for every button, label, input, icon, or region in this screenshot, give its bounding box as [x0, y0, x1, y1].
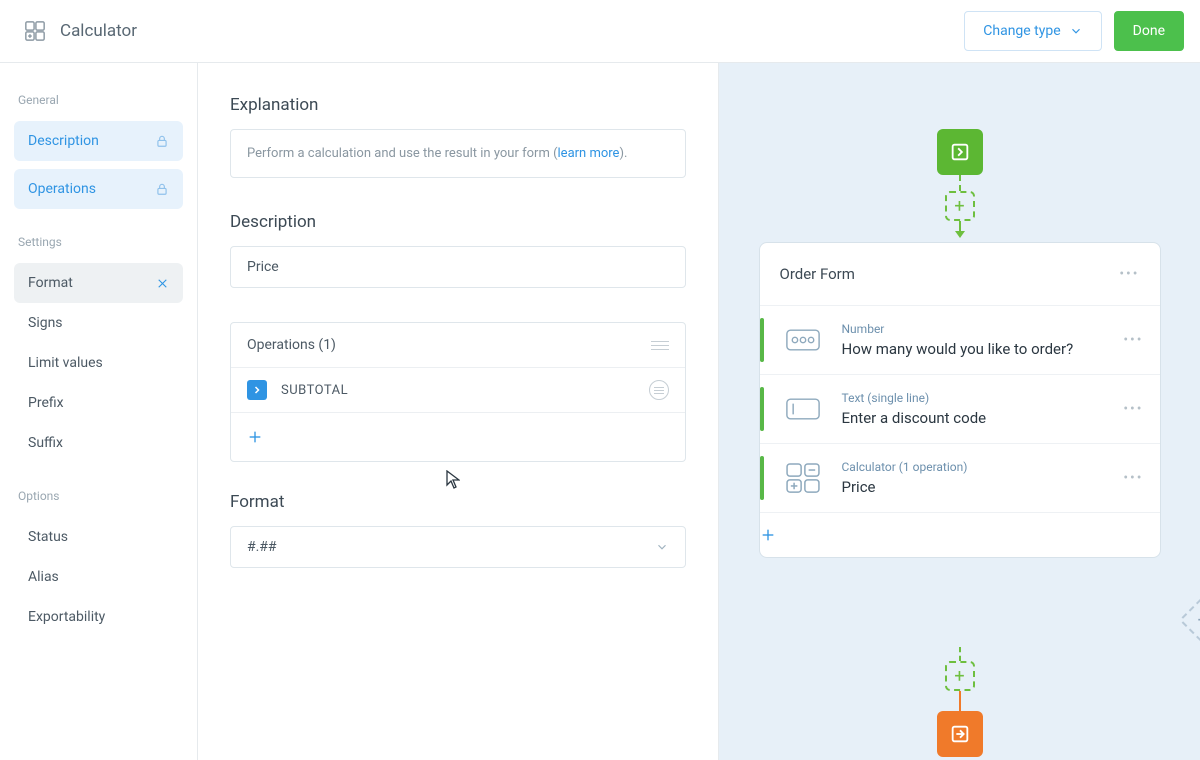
- sidebar: General Description Operations Settings: [0, 63, 198, 760]
- done-button[interactable]: Done: [1114, 11, 1184, 51]
- sidebar-item-status[interactable]: Status: [14, 517, 183, 557]
- lock-icon: [155, 182, 169, 196]
- sidebar-item-label: Description: [28, 133, 99, 149]
- field-menu[interactable]: •••: [1123, 332, 1143, 348]
- learn-more-link[interactable]: learn more: [558, 146, 620, 161]
- change-type-label: Change type: [983, 23, 1060, 39]
- operation-row[interactable]: SUBTOTAL: [231, 368, 685, 413]
- sidebar-item-label: Suffix: [28, 435, 63, 451]
- sidebar-item-label: Prefix: [28, 395, 64, 411]
- add-field-button[interactable]: [760, 512, 1160, 557]
- sidebar-item-label: Operations: [28, 181, 96, 197]
- format-select[interactable]: #.##: [230, 526, 686, 568]
- form-card: Order Form ••• Number How many would you…: [759, 242, 1161, 558]
- format-title: Format: [230, 492, 686, 512]
- field-label: How many would you like to order?: [842, 340, 1114, 358]
- sidebar-item-label: Exportability: [28, 609, 105, 625]
- sidebar-item-label: Alias: [28, 569, 59, 585]
- form-field[interactable]: Text (single line) Enter a discount code…: [760, 374, 1160, 443]
- format-value: #.##: [247, 539, 277, 555]
- field-label: Enter a discount code: [842, 409, 1114, 427]
- sidebar-item-signs[interactable]: Signs: [14, 303, 183, 343]
- drag-handle-icon[interactable]: [651, 338, 669, 353]
- operations-title: Operations (1): [247, 337, 336, 353]
- chevron-down-icon: [1069, 24, 1083, 38]
- field-type: Number: [842, 322, 1114, 336]
- topbar: Calculator Change type Done: [0, 0, 1200, 63]
- description-input[interactable]: [230, 246, 686, 288]
- sidebar-group-settings: Settings: [18, 235, 179, 249]
- operation-chip-icon: [247, 380, 267, 400]
- add-node-button[interactable]: +: [945, 191, 975, 221]
- preview-panel: + Order Form •••: [719, 63, 1200, 760]
- done-label: Done: [1133, 23, 1165, 39]
- field-type: Text (single line): [842, 391, 1114, 405]
- field-label: Price: [842, 478, 1114, 496]
- arrow-down-icon: [955, 231, 965, 238]
- operation-detail-icon[interactable]: [649, 380, 669, 400]
- sidebar-item-description[interactable]: Description: [14, 121, 183, 161]
- cursor-icon: [446, 470, 460, 490]
- chevron-down-icon: [655, 540, 669, 554]
- add-operation-button[interactable]: [231, 413, 685, 461]
- page-title: Calculator: [60, 21, 137, 41]
- form-field[interactable]: Calculator (1 operation) Price •••: [760, 443, 1160, 512]
- explanation-title: Explanation: [230, 95, 686, 115]
- explanation-text-post: ).: [619, 146, 627, 161]
- add-node-button[interactable]: +: [945, 661, 975, 691]
- field-menu[interactable]: •••: [1123, 470, 1143, 486]
- sidebar-item-suffix[interactable]: Suffix: [14, 423, 183, 463]
- sidebar-item-label: Limit values: [28, 355, 103, 371]
- operation-name: SUBTOTAL: [281, 383, 348, 398]
- sidebar-item-label: Signs: [28, 315, 63, 331]
- form-card-menu[interactable]: •••: [1119, 266, 1139, 282]
- field-menu[interactable]: •••: [1123, 401, 1143, 417]
- change-type-button[interactable]: Change type: [964, 11, 1101, 51]
- sidebar-item-operations[interactable]: Operations: [14, 169, 183, 209]
- lock-icon: [155, 134, 169, 148]
- sidebar-item-exportability[interactable]: Exportability: [14, 597, 183, 637]
- description-title: Description: [230, 212, 686, 232]
- number-field-icon: [764, 322, 842, 358]
- sidebar-item-label: Format: [28, 275, 73, 291]
- field-type: Calculator (1 operation): [842, 460, 1114, 474]
- flow-start-node[interactable]: [937, 129, 983, 175]
- sidebar-item-format[interactable]: Format: [14, 263, 183, 303]
- sidebar-item-prefix[interactable]: Prefix: [14, 383, 183, 423]
- sidebar-group-general: General: [18, 93, 179, 107]
- form-field[interactable]: Number How many would you like to order?…: [760, 305, 1160, 374]
- calculator-icon: [24, 20, 46, 42]
- calculator-field-icon: [764, 460, 842, 496]
- explanation-text: Perform a calculation and use the result…: [247, 146, 558, 161]
- text-field-icon: [764, 391, 842, 427]
- sidebar-item-alias[interactable]: Alias: [14, 557, 183, 597]
- sidebar-group-options: Options: [18, 489, 179, 503]
- sidebar-item-label: Status: [28, 529, 68, 545]
- close-icon[interactable]: [156, 277, 169, 290]
- flow-end-node[interactable]: [937, 711, 983, 757]
- sidebar-item-limit-values[interactable]: Limit values: [14, 343, 183, 383]
- add-branch-button[interactable]: +: [1179, 596, 1200, 644]
- explanation-box: Perform a calculation and use the result…: [230, 129, 686, 178]
- form-card-title: Order Form: [780, 265, 855, 283]
- editor-panel: Explanation Perform a calculation and us…: [198, 63, 719, 760]
- operations-box: Operations (1) SUBTOTAL: [230, 322, 686, 462]
